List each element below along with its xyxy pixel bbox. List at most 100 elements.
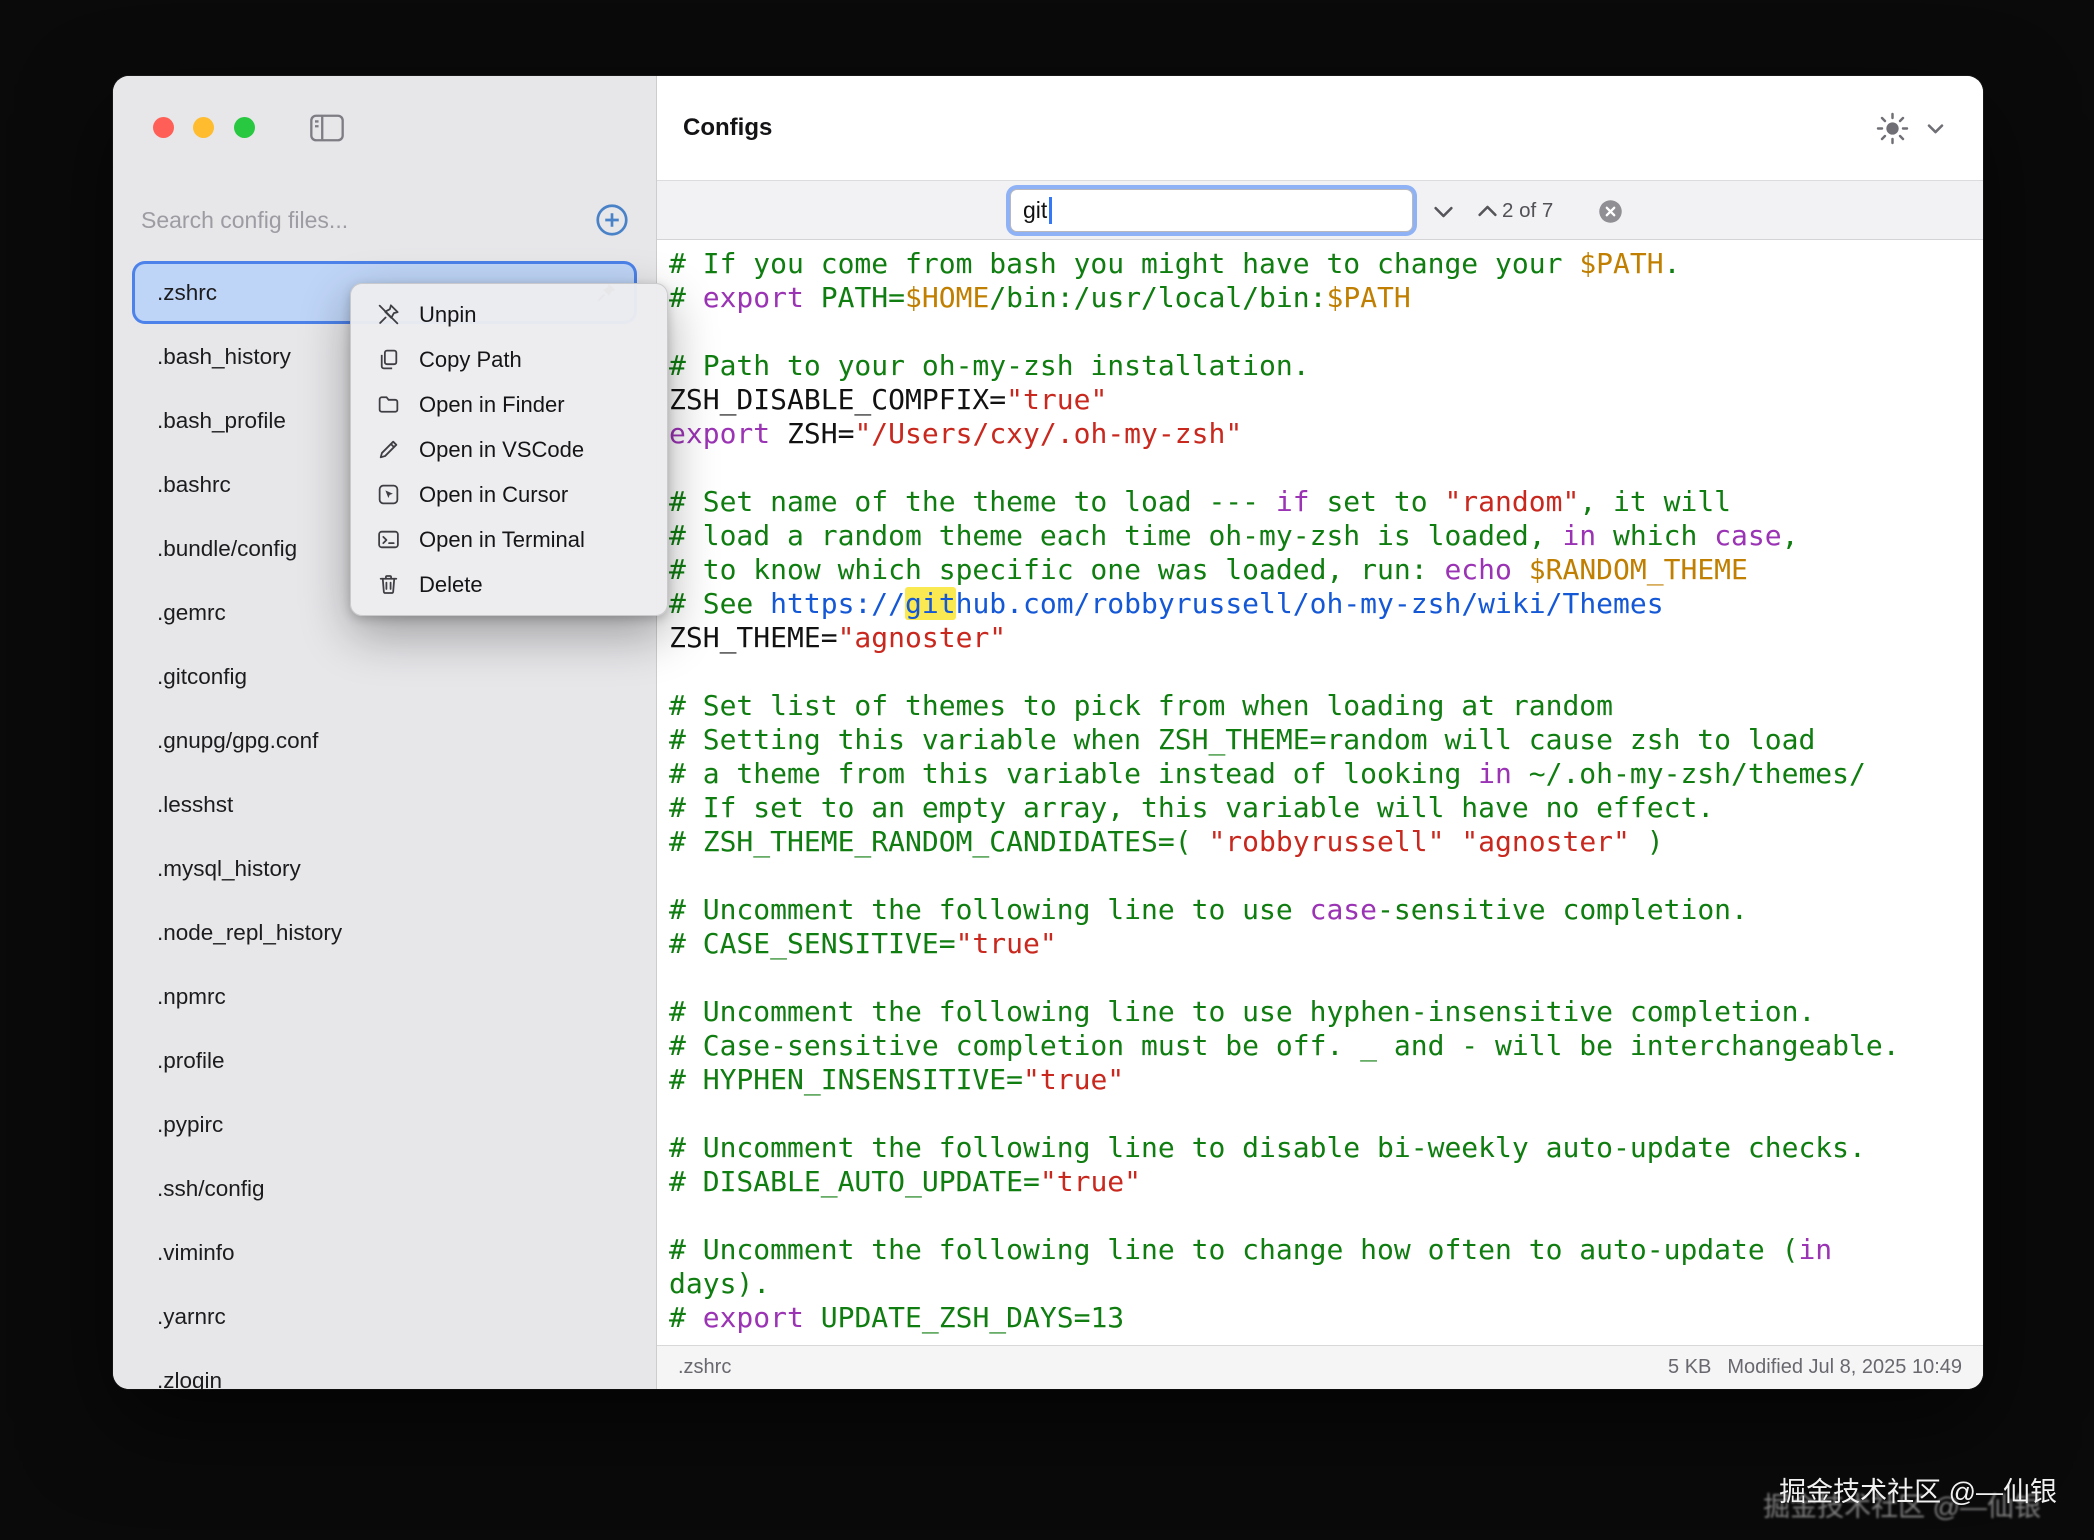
file-name: .ssh/config	[157, 1176, 265, 1202]
sidebar: Search config files... .zshrc .bash_histo…	[113, 76, 657, 1389]
code-line: # If you come from bash you might have t…	[669, 247, 1983, 281]
status-filename: .zshrc	[678, 1356, 731, 1379]
minimize-window-button[interactable]	[193, 117, 214, 138]
code-line: # Setting this variable when ZSH_THEME=r…	[669, 723, 1983, 757]
code-line: # If set to an empty array, this variabl…	[669, 791, 1983, 825]
code-line: # export UPDATE_ZSH_DAYS=13	[669, 1301, 1983, 1335]
chevron-down-icon[interactable]	[1924, 117, 1947, 140]
code-line: # Uncomment the following line to use hy…	[669, 995, 1983, 1029]
theme-controls	[1874, 76, 1947, 180]
status-right: 5 KB Modified Jul 8, 2025 10:49	[1668, 1356, 1962, 1379]
next-match-button[interactable]	[1430, 198, 1457, 225]
code-line: export ZSH="/Users/cxy/.oh-my-zsh"	[669, 417, 1983, 451]
text-caret	[1049, 197, 1052, 224]
file-name: .mysql_history	[157, 856, 301, 882]
menu-item-label: Delete	[419, 572, 483, 598]
menu-item-unpin[interactable]: Unpin	[358, 292, 660, 337]
menu-item-open-in-cursor[interactable]: Open in Cursor	[358, 472, 660, 517]
titlebar: Configs	[657, 76, 1983, 180]
context-menu: Unpin Copy Path Open in Finder Open in VSCo…	[350, 283, 668, 616]
zoom-window-button[interactable]	[234, 117, 255, 138]
code-line	[669, 451, 1983, 485]
menu-item-label: Copy Path	[419, 347, 522, 373]
file-row-yarnrc[interactable]: .yarnrc	[135, 1288, 634, 1345]
trash-icon	[376, 572, 401, 597]
file-row-pypirc[interactable]: .pypirc	[135, 1096, 634, 1153]
code-line: ZSH_THEME="agnoster"	[669, 621, 1983, 655]
file-row-lesshst[interactable]: .lesshst	[135, 776, 634, 833]
code-line: # Uncomment the following line to disabl…	[669, 1131, 1983, 1165]
main-content: Configs git	[657, 76, 1983, 1389]
file-name: .zshrc	[157, 280, 217, 306]
menu-item-open-in-finder[interactable]: Open in Finder	[358, 382, 660, 427]
sidebar-search-field[interactable]: Search config files...	[113, 180, 656, 260]
code-line: # Uncomment the following line to use ca…	[669, 893, 1983, 927]
menu-item-copy-path[interactable]: Copy Path	[358, 337, 660, 382]
file-name: .profile	[157, 1048, 225, 1074]
menu-item-label: Open in Terminal	[419, 527, 585, 553]
code-line	[669, 655, 1983, 689]
pencil-icon	[376, 437, 401, 462]
menu-item-label: Open in Cursor	[419, 482, 568, 508]
status-bar: .zshrc 5 KB Modified Jul 8, 2025 10:49	[657, 1345, 1983, 1389]
menu-item-label: Open in Finder	[419, 392, 565, 418]
menu-item-open-in-terminal[interactable]: Open in Terminal	[358, 517, 660, 562]
code-line: # Set list of themes to pick from when l…	[669, 689, 1983, 723]
app-window: Search config files... .zshrc .bash_histo…	[113, 76, 1983, 1389]
pin-slash-icon	[376, 302, 401, 327]
code-line	[669, 315, 1983, 349]
code-line: # to know which specific one was loaded,…	[669, 553, 1983, 587]
file-name: .bundle/config	[157, 536, 297, 562]
code-line: days).	[669, 1267, 1983, 1301]
code-line: # a theme from this variable instead of …	[669, 757, 1983, 791]
file-name: .node_repl_history	[157, 920, 342, 946]
file-row-gitconfig[interactable]: .gitconfig	[135, 648, 634, 705]
code-line	[669, 1199, 1983, 1233]
file-row-node-repl-history[interactable]: .node_repl_history	[135, 904, 634, 961]
file-name: .pypirc	[157, 1112, 223, 1138]
find-input-value: git	[1023, 197, 1047, 224]
brightness-icon[interactable]	[1874, 110, 1911, 147]
file-name: .yarnrc	[157, 1304, 226, 1330]
file-row-gnupg-gpg-conf[interactable]: .gnupg/gpg.conf	[135, 712, 634, 769]
code-line: # CASE_SENSITIVE="true"	[669, 927, 1983, 961]
terminal-icon	[376, 527, 401, 552]
close-find-button[interactable]	[1597, 198, 1624, 225]
code-line: # Path to your oh-my-zsh installation.	[669, 349, 1983, 383]
page-title: Configs	[657, 114, 772, 142]
file-name: .bash_history	[157, 344, 291, 370]
code-line: # load a random theme each time oh-my-zs…	[669, 519, 1983, 553]
code-line: # HYPHEN_INSENSITIVE="true"	[669, 1063, 1983, 1097]
file-name: .npmrc	[157, 984, 226, 1010]
file-name: .gemrc	[157, 600, 226, 626]
code-line	[669, 859, 1983, 893]
file-name: .lesshst	[157, 792, 233, 818]
file-name: .viminfo	[157, 1240, 235, 1266]
code-line: # DISABLE_AUTO_UPDATE="true"	[669, 1165, 1983, 1199]
code-line: # Case-sensitive completion must be off.…	[669, 1029, 1983, 1063]
sidebar-toggle-icon[interactable]	[309, 113, 345, 143]
file-row-npmrc[interactable]: .npmrc	[135, 968, 634, 1025]
file-name: .zlogin	[157, 1368, 222, 1390]
menu-item-open-in-vscode[interactable]: Open in VSCode	[358, 427, 660, 472]
close-window-button[interactable]	[153, 117, 174, 138]
file-name: .gnupg/gpg.conf	[157, 728, 318, 754]
code-line: # Set name of the theme to load --- if s…	[669, 485, 1983, 519]
match-count: 2 of 7	[1502, 181, 1553, 241]
file-row-viminfo[interactable]: .viminfo	[135, 1224, 634, 1281]
code-line: # ZSH_THEME_RANDOM_CANDIDATES=( "robbyru…	[669, 825, 1983, 859]
code-line	[669, 1097, 1983, 1131]
menu-item-label: Unpin	[419, 302, 476, 328]
find-input[interactable]: git	[1010, 189, 1413, 232]
file-row-ssh-config[interactable]: .ssh/config	[135, 1160, 634, 1217]
code-area[interactable]: # If you come from bash you might have t…	[657, 240, 1983, 1345]
add-config-button[interactable]	[594, 202, 630, 238]
find-bar: git 2 of 7	[657, 180, 1983, 240]
file-row-zlogin[interactable]: .zlogin	[135, 1352, 634, 1389]
file-row-mysql-history[interactable]: .mysql_history	[135, 840, 634, 897]
previous-match-button[interactable]	[1474, 198, 1501, 225]
file-row-profile[interactable]: .profile	[135, 1032, 634, 1089]
cursor-icon	[376, 482, 401, 507]
file-name: .bash_profile	[157, 408, 286, 434]
menu-item-delete[interactable]: Delete	[358, 562, 660, 607]
